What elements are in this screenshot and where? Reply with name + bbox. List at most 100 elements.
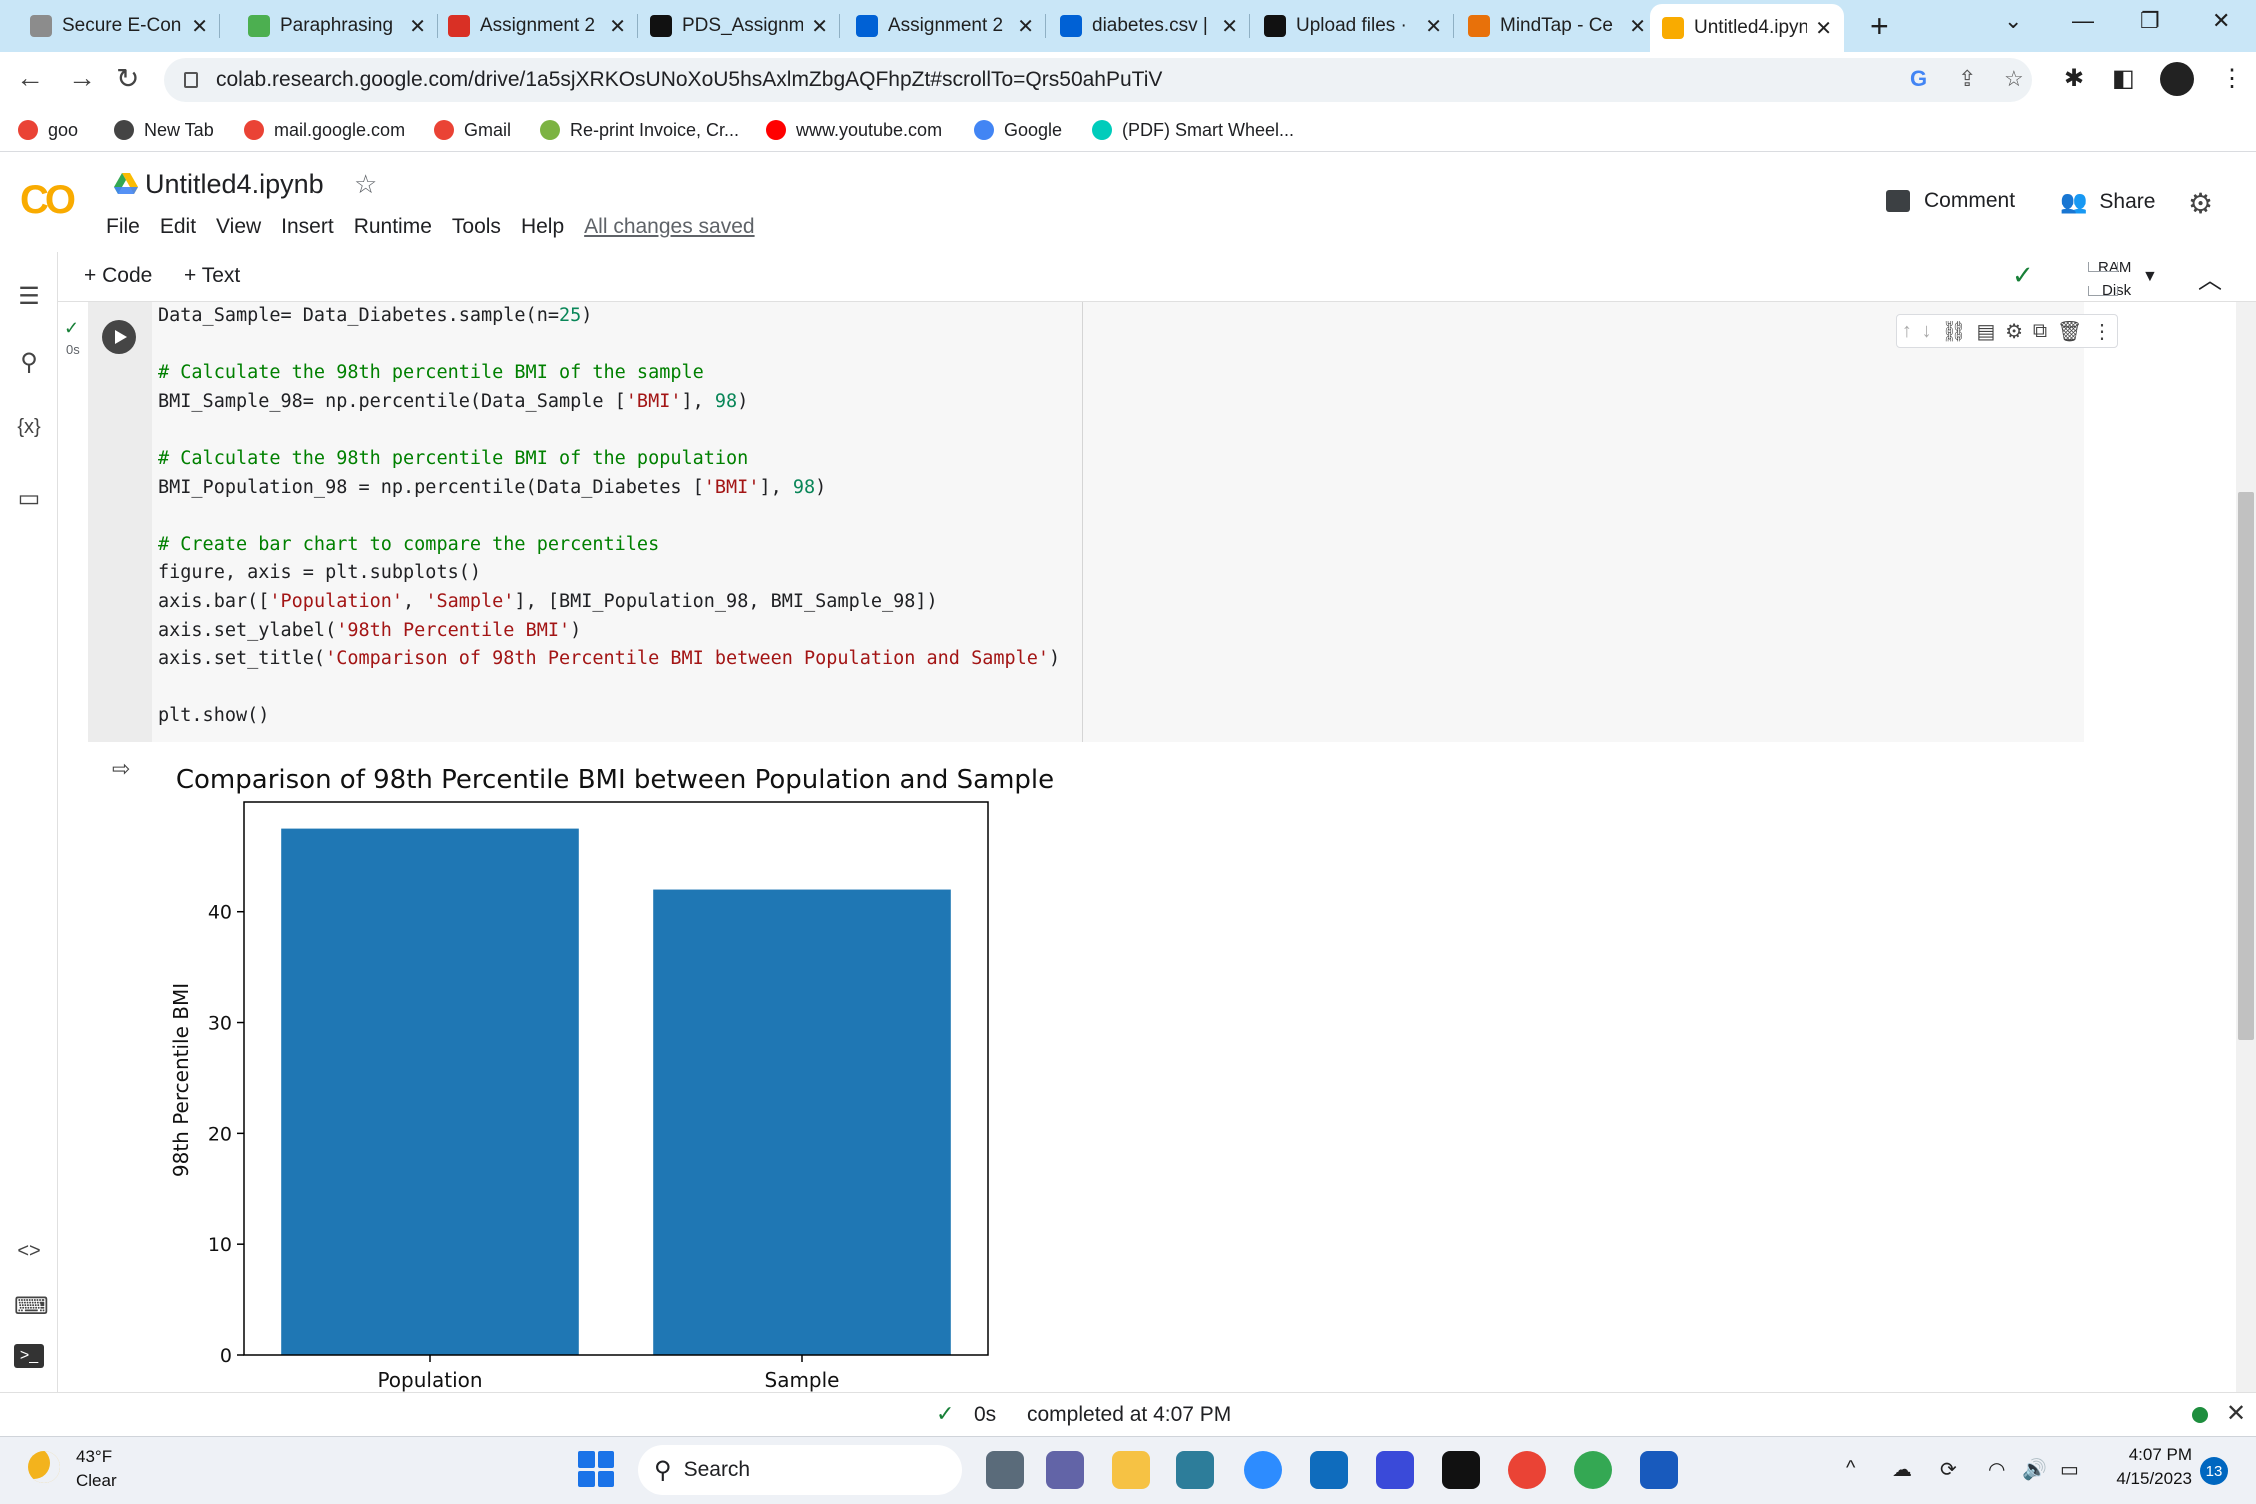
browser-tab[interactable]: Assignment 2 ✕ — [844, 6, 1046, 46]
close-tab-icon[interactable]: ✕ — [191, 14, 208, 39]
menu-view[interactable]: View — [216, 215, 261, 239]
tray-overflow-chevron-icon[interactable]: ^ — [1846, 1457, 1855, 1480]
zoom-icon[interactable] — [1244, 1451, 1282, 1489]
bookmark-item[interactable]: New Tab — [114, 116, 214, 144]
back-arrow-icon[interactable]: ← — [16, 62, 44, 94]
bookmark-star-icon[interactable]: ☆ — [2004, 66, 2024, 92]
close-tab-icon[interactable]: ✕ — [409, 14, 426, 39]
code-snippets-icon[interactable]: <> — [14, 1240, 44, 1263]
forward-arrow-icon[interactable]: → — [68, 62, 96, 94]
weather-temperature[interactable]: 43°F — [76, 1447, 112, 1467]
google-drive-icon[interactable] — [114, 173, 138, 195]
address-bar[interactable]: colab.research.google.com/drive/1a5sjXRK… — [164, 58, 2032, 102]
more-options-icon[interactable]: ⋮ — [2092, 319, 2112, 344]
minimize-button[interactable]: — — [2072, 8, 2094, 34]
weather-moon-icon[interactable] — [28, 1451, 60, 1483]
new-tab-button[interactable]: + — [1870, 8, 1889, 45]
bookmark-item[interactable]: goo — [18, 116, 78, 144]
files-folder-icon[interactable]: ▭ — [14, 484, 44, 513]
profile-avatar[interactable] — [2160, 62, 2194, 96]
restore-button[interactable]: ❐ — [2140, 8, 2160, 34]
teams-chat-icon[interactable] — [1046, 1451, 1084, 1489]
browser-tab[interactable]: diabetes.csv | ✕ — [1048, 6, 1250, 46]
share-page-icon[interactable]: ⇪ — [1958, 66, 1976, 92]
menu-help[interactable]: Help — [521, 215, 564, 239]
extensions-puzzle-icon[interactable]: ✱ — [2064, 64, 2084, 93]
close-tab-icon[interactable]: ✕ — [811, 14, 828, 39]
bookmark-item[interactable]: Gmail — [434, 116, 511, 144]
weather-condition[interactable]: Clear — [76, 1471, 117, 1491]
tab-search-chevron-icon[interactable]: ⌄ — [2004, 8, 2022, 34]
colab-logo[interactable]: CO — [20, 178, 76, 223]
scrollbar-thumb[interactable] — [2238, 492, 2254, 1040]
browser-tab[interactable]: Untitled4.ipyn ✕ — [1650, 4, 1844, 52]
word-icon[interactable] — [1640, 1451, 1678, 1489]
bookmark-item[interactable]: Re-print Invoice, Cr... — [540, 116, 739, 144]
notebook-title[interactable]: Untitled4.ipynb — [145, 169, 324, 200]
bookmark-item[interactable]: mail.google.com — [244, 116, 405, 144]
menu-file[interactable]: File — [106, 215, 140, 239]
bookmark-item[interactable]: Google — [974, 116, 1062, 144]
share-button[interactable]: 👥 Share — [2060, 189, 2155, 215]
battery-icon[interactable]: ▭ — [2060, 1457, 2079, 1482]
bookmark-item[interactable]: www.youtube.com — [766, 116, 942, 144]
close-status-icon[interactable]: ✕ — [2226, 1399, 2246, 1428]
browser-menu-icon[interactable]: ⋮ — [2220, 64, 2244, 93]
onedrive-icon[interactable]: ☁ — [1892, 1457, 1912, 1482]
windows-start-button[interactable] — [578, 1451, 614, 1487]
search-icon[interactable]: ⚲ — [14, 348, 44, 377]
google-lens-icon[interactable]: G — [1910, 66, 1927, 92]
collapse-chevron-icon[interactable]: ︿ — [2198, 260, 2222, 295]
comment-button[interactable]: Comment — [1886, 189, 2015, 213]
browser-tab[interactable]: Paraphrasing ✕ — [236, 6, 438, 46]
netflix-icon[interactable] — [1442, 1451, 1480, 1489]
mail-icon[interactable] — [1310, 1451, 1348, 1489]
close-tab-icon[interactable]: ✕ — [1425, 14, 1442, 39]
chrome-icon[interactable] — [1508, 1451, 1546, 1489]
close-tab-icon[interactable]: ✕ — [1017, 14, 1034, 39]
browser-tab[interactable]: Assignment 2 ✕ — [436, 6, 638, 46]
menu-runtime[interactable]: Runtime — [354, 215, 432, 239]
close-tab-icon[interactable]: ✕ — [609, 14, 626, 39]
sync-icon[interactable]: ⟳ — [1940, 1457, 1957, 1482]
close-tab-icon[interactable]: ✕ — [1629, 14, 1646, 39]
side-panel-icon[interactable]: ◧ — [2112, 64, 2135, 93]
terminal-icon[interactable]: >_ — [14, 1344, 44, 1368]
close-window-button[interactable]: ✕ — [2212, 8, 2230, 34]
browser-tab[interactable]: Upload files · ✕ — [1252, 6, 1454, 46]
reload-icon[interactable]: ↻ — [116, 62, 139, 95]
cell-settings-gear-icon[interactable]: ⚙ — [2005, 319, 2023, 344]
close-tab-icon[interactable]: ✕ — [1221, 14, 1238, 39]
settings-gear-icon[interactable]: ⚙ — [2188, 187, 2213, 220]
taskbar-search-box[interactable]: ⚲ Search — [638, 1445, 962, 1495]
move-down-icon[interactable]: ↓ — [1922, 320, 1932, 343]
delete-trash-icon[interactable]: 🗑 — [2057, 319, 2082, 344]
comment-cell-icon[interactable]: ▤ — [1977, 319, 1996, 344]
clock-date[interactable]: 4/15/2023 — [2096, 1469, 2192, 1489]
menu-insert[interactable]: Insert — [281, 215, 334, 239]
code-editor[interactable]: Data_Sample= Data_Diabetes.sample(n=25) … — [158, 302, 1082, 742]
browser-tab[interactable]: Secure E-Con ✕ — [18, 6, 220, 46]
command-palette-icon[interactable]: ⌨ — [14, 1292, 49, 1321]
link-icon[interactable]: ⛓ — [1941, 319, 1966, 344]
microsoft-store-icon[interactable] — [1176, 1451, 1214, 1489]
save-status-link[interactable]: All changes saved — [584, 215, 754, 239]
chrome-profile-icon[interactable] — [1574, 1451, 1612, 1489]
clock-time[interactable]: 4:07 PM — [2108, 1445, 2192, 1465]
close-tab-icon[interactable]: ✕ — [1815, 16, 1832, 41]
runtime-dropdown-icon[interactable]: ▼ — [2142, 268, 2158, 286]
add-text-button[interactable]: + Text — [184, 264, 240, 288]
move-up-icon[interactable]: ↑ — [1902, 320, 1912, 343]
run-cell-button[interactable] — [102, 320, 136, 354]
browser-tab[interactable]: MindTap - Ce ✕ — [1456, 6, 1658, 46]
copilot-icon[interactable] — [1376, 1451, 1414, 1489]
notification-badge[interactable]: 13 — [2200, 1457, 2228, 1485]
browser-tab[interactable]: PDS_Assignm ✕ — [638, 6, 840, 46]
add-code-button[interactable]: + Code — [84, 264, 152, 288]
menu-edit[interactable]: Edit — [160, 215, 196, 239]
table-of-contents-icon[interactable]: ☰ — [14, 282, 44, 311]
volume-icon[interactable]: 🔊 — [2022, 1457, 2047, 1482]
star-icon[interactable]: ☆ — [354, 169, 377, 200]
wifi-icon[interactable]: ◠ — [1988, 1457, 2005, 1482]
bookmark-item[interactable]: (PDF) Smart Wheel... — [1092, 116, 1294, 144]
